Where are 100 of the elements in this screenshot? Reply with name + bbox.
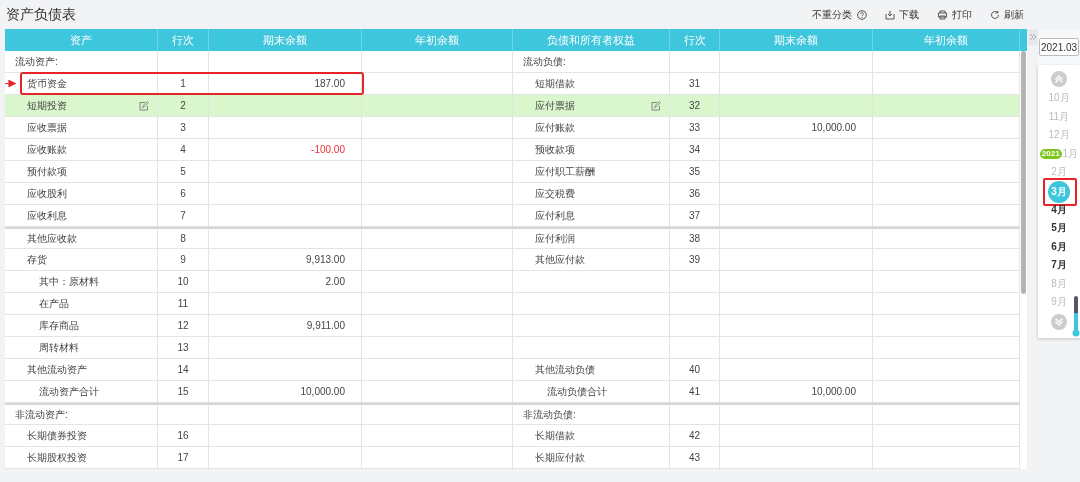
- item-label: 预付款项: [27, 164, 67, 179]
- print-button[interactable]: 打印: [937, 7, 972, 22]
- table-row[interactable]: 其他应收款 8 应付利润 38: [5, 227, 1020, 249]
- line-number: 38: [688, 233, 701, 244]
- table-row[interactable]: 应收账款 4 -100.00 预收款项 34: [5, 139, 1020, 161]
- highlight-frame: [1043, 177, 1077, 206]
- refresh-icon: [990, 9, 1000, 20]
- item-label: 应收账款: [27, 142, 67, 157]
- item-label: 其他流动负债: [535, 362, 595, 377]
- line-number: 37: [688, 210, 701, 221]
- line-number: 4: [180, 144, 186, 155]
- line-number: 33: [688, 122, 701, 133]
- item-label: 应付利息: [535, 208, 575, 223]
- table-row[interactable]: 非流动资产: 非流动负债:: [5, 403, 1020, 425]
- help-icon[interactable]: [857, 9, 867, 20]
- download-icon: [885, 9, 895, 20]
- year-badge: 2021: [1039, 148, 1062, 159]
- item-label: 应付票据: [535, 98, 575, 113]
- item-label: 流动资产:: [15, 54, 58, 69]
- line-number: 12: [177, 320, 189, 331]
- line-number: 2: [180, 100, 186, 111]
- item-label: 流动资产合计: [39, 384, 99, 399]
- double-chevron-icon: [1029, 33, 1037, 41]
- amount: 9,911.00: [306, 320, 345, 331]
- line-number: 31: [688, 78, 701, 89]
- month-scroll-slider[interactable]: [1072, 295, 1080, 338]
- line-number: 42: [688, 430, 701, 441]
- line-number: 35: [688, 166, 701, 177]
- table-row[interactable]: 流动资产合计 15 10,000.00 流动负债合计 41 10,000.00: [5, 381, 1020, 403]
- item-label: 流动负债:: [523, 54, 566, 69]
- page-title: 资产负债表: [6, 5, 76, 24]
- item-label: 应收股利: [27, 186, 67, 201]
- amount: 10,000.00: [300, 386, 345, 397]
- item-label: 长期借款: [535, 428, 575, 443]
- item-label: 应收利息: [27, 208, 67, 223]
- item-label: 长期应付款: [535, 450, 585, 465]
- item-label: 其他应付款: [535, 252, 585, 267]
- line-number: 3: [180, 122, 186, 133]
- line-number: 36: [688, 188, 701, 199]
- amount: 187.00: [314, 78, 345, 89]
- edit-icon[interactable]: [139, 100, 149, 111]
- table-row[interactable]: 应收利息 7 应付利息 37: [5, 205, 1020, 227]
- download-button[interactable]: 下载: [885, 7, 919, 22]
- item-label: 货币资金: [27, 76, 67, 91]
- item-label: 其中：原材料: [39, 274, 99, 289]
- item-label: 短期投资: [27, 98, 67, 113]
- item-label: 在产品: [39, 296, 69, 311]
- item-label: 周转材料: [39, 340, 79, 355]
- line-number: 34: [688, 144, 701, 155]
- line-number: 10: [177, 276, 189, 287]
- item-label: 应收票据: [27, 120, 67, 135]
- item-label: 其他流动资产: [27, 362, 87, 377]
- item-label: 应付账款: [535, 120, 575, 135]
- line-number: 1: [180, 78, 186, 89]
- line-number: 11: [177, 298, 189, 309]
- amount: 2.00: [325, 276, 345, 287]
- item-label: 其他应收款: [27, 231, 77, 246]
- amount: 10,000.00: [811, 122, 856, 133]
- line-number: 39: [688, 254, 701, 265]
- table-row[interactable]: 预付款项 5 应付职工薪酬 35: [5, 161, 1020, 183]
- month-item[interactable]: 4月: [1046, 200, 1072, 219]
- reclassify-toggle[interactable]: 不重分类: [812, 7, 852, 22]
- line-number: 16: [177, 430, 189, 441]
- line-number: 17: [177, 452, 189, 463]
- table-row[interactable]: 应收股利 6 应交税费 36: [5, 183, 1020, 205]
- month-item[interactable]: 5月: [1046, 219, 1072, 238]
- table-row[interactable]: 应收票据 3 应付账款 33 10,000.00: [5, 117, 1020, 139]
- line-number: 6: [180, 188, 186, 199]
- line-number: 5: [180, 166, 186, 177]
- item-label: 应付职工薪酬: [535, 164, 595, 179]
- item-label: 短期借款: [535, 76, 575, 91]
- table-row[interactable]: 其他流动资产 14 其他流动负债 40: [5, 359, 1020, 381]
- table-row[interactable]: 长期债券投资 16 长期借款 42: [5, 425, 1020, 447]
- edit-icon[interactable]: [651, 100, 661, 111]
- table-row[interactable]: 存货 9 9,913.00 其他应付款 39: [5, 249, 1020, 271]
- month-item[interactable]: 6月: [1046, 237, 1072, 256]
- table-row[interactable]: 流动资产: 流动负债:: [5, 51, 1020, 73]
- amount: 9,913.00: [306, 254, 345, 265]
- line-number: 9: [180, 254, 186, 265]
- item-label: 预收款项: [535, 142, 575, 157]
- line-number: 40: [688, 364, 701, 375]
- item-label: 长期债券投资: [27, 428, 87, 443]
- table-row[interactable]: 在产品 11: [5, 293, 1020, 315]
- month-item[interactable]: 7月: [1046, 256, 1072, 275]
- line-number: 15: [177, 386, 189, 397]
- table-row[interactable]: 短期投资 2 应付票据 32: [5, 95, 1020, 117]
- item-label: 流动负债合计: [547, 384, 607, 399]
- item-label: 应付利润: [535, 231, 575, 246]
- table-row[interactable]: 周转材料 13: [5, 337, 1020, 359]
- collapse-button[interactable]: [1028, 29, 1038, 45]
- line-number: 41: [688, 386, 701, 397]
- line-number: 13: [177, 342, 189, 353]
- item-label: 存货: [27, 252, 47, 267]
- table-row[interactable]: 长期股权投资 17 长期应付款 43: [5, 447, 1020, 469]
- line-number: 14: [177, 364, 189, 375]
- table-row[interactable]: 其中：原材料 10 2.00: [5, 271, 1020, 293]
- table-row[interactable]: 库存商品 12 9,911.00: [5, 315, 1020, 337]
- refresh-button[interactable]: 刷新: [990, 7, 1024, 22]
- item-label: 非流动负债:: [523, 407, 576, 422]
- period-field[interactable]: 2021.03: [1039, 38, 1079, 56]
